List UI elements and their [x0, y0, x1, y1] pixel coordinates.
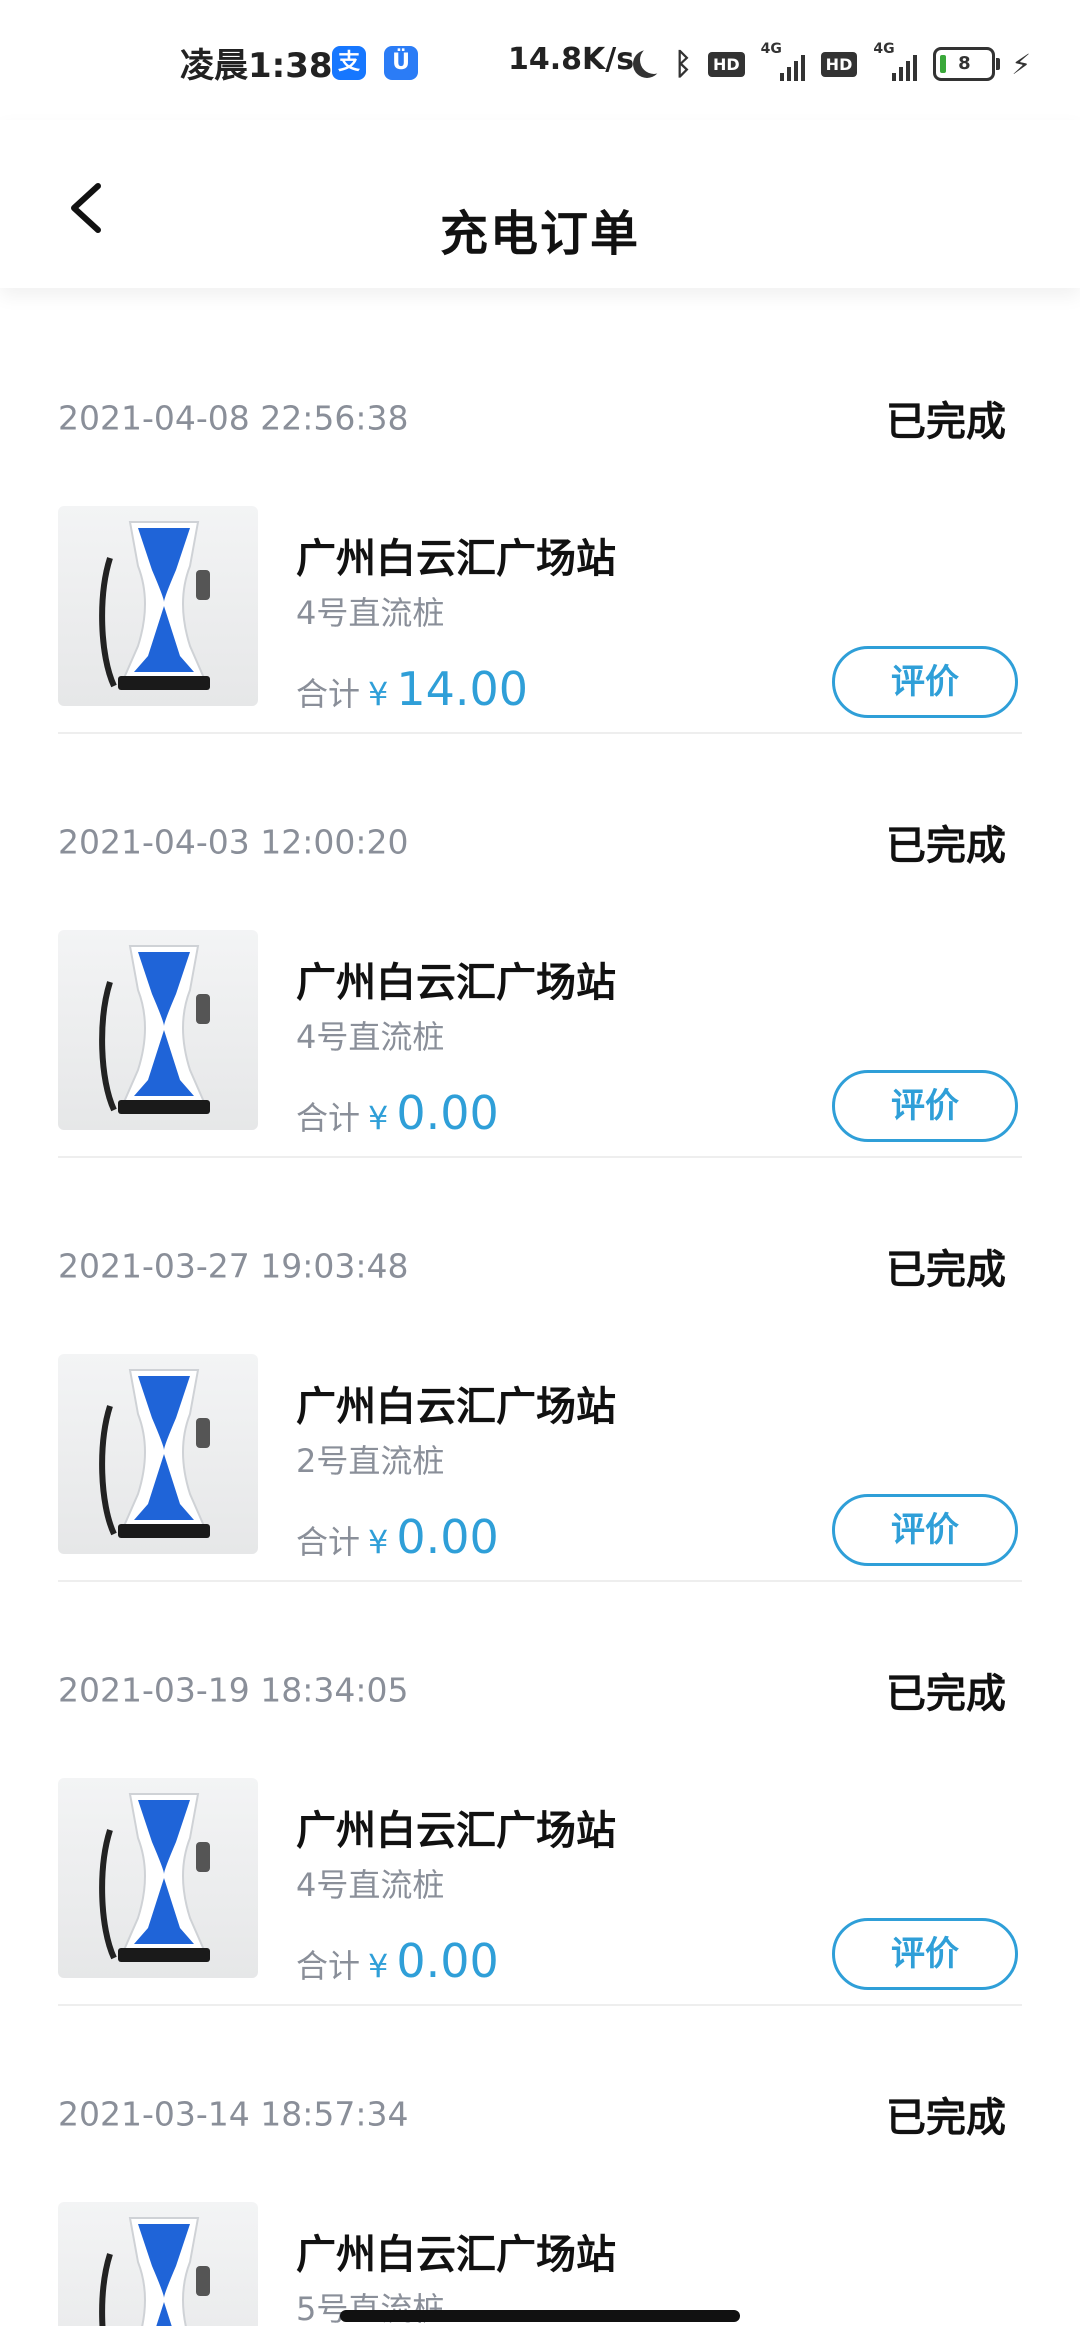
hd-icon: HD [820, 51, 858, 77]
pile-name: 4号直流桩 [296, 1018, 445, 1056]
review-button[interactable]: 评价 [832, 1070, 1018, 1142]
order-time: 2021-04-03 12:00:20 [58, 822, 409, 862]
battery-icon: 8 [933, 47, 1001, 81]
pile-name: 4号直流桩 [296, 1866, 445, 1904]
pile-name: 4号直流桩 [296, 594, 445, 632]
charger-icon [99, 2217, 210, 2326]
order-item[interactable]: 2021-03-27 19:03:48 已完成 广州白云汇广场站 2号直流桩 合… [58, 1158, 1022, 1582]
order-item[interactable]: 2021-04-08 22:56:38 已完成 广州白云汇广场站 4号直流桩 合… [58, 310, 1022, 734]
order-total: 合计 ¥ 14.00 [296, 662, 528, 716]
station-name: 广州白云汇广场站 [296, 960, 616, 1006]
total-label: 合计 [296, 1099, 361, 1137]
station-name: 广州白云汇广场站 [296, 1808, 616, 1854]
status-time: 凌晨1:38 [180, 46, 333, 86]
review-button[interactable]: 评价 [832, 646, 1018, 718]
alipay-icon: 支 [332, 46, 366, 80]
order-status: 已完成 [886, 1671, 1006, 1717]
charger-thumbnail [58, 1778, 258, 1978]
order-item[interactable]: 2021-03-14 18:57:34 已完成 广州白云汇广场站 5号直流桩 [58, 2006, 1022, 2326]
station-name: 广州白云汇广场站 [296, 536, 616, 582]
home-indicator[interactable] [340, 2310, 740, 2322]
order-status: 已完成 [886, 823, 1006, 869]
charger-thumbnail [58, 1354, 258, 1554]
charging-icon: ⚡ [1011, 47, 1032, 81]
signal-icon: 4G [873, 41, 918, 81]
charger-icon [99, 1793, 210, 1962]
signal-icon: 4G [761, 41, 805, 81]
order-time: 2021-04-08 22:56:38 [58, 398, 409, 438]
order-time: 2021-03-19 18:34:05 [58, 1670, 409, 1710]
currency-symbol: ¥ [368, 1523, 389, 1561]
order-item[interactable]: 2021-03-19 18:34:05 已完成 广州白云汇广场站 4号直流桩 合… [58, 1582, 1022, 2006]
order-time: 2021-03-27 19:03:48 [58, 1246, 409, 1286]
order-time: 2021-03-14 18:57:34 [58, 2094, 409, 2134]
charger-icon [99, 945, 210, 1114]
status-icons: ᛒ HD 4G HD 4G 8 ⚡ [630, 41, 1032, 84]
order-total: 合计 ¥ 0.00 [296, 1086, 499, 1140]
order-status: 已完成 [886, 1247, 1006, 1293]
currency-symbol: ¥ [368, 1947, 389, 1985]
review-button[interactable]: 评价 [832, 1918, 1018, 1990]
status-bar: 凌晨1:38 支 Ü 14.8K/s ᛒ HD 4G HD 4G 8 ⚡ [0, 0, 1080, 120]
total-amount: 0.00 [396, 1934, 499, 1988]
charger-thumbnail [58, 506, 258, 706]
nav-bar: 充电订单 [0, 120, 1080, 288]
order-status: 已完成 [886, 399, 1006, 445]
total-label: 合计 [296, 675, 361, 713]
total-amount: 0.00 [396, 1086, 499, 1140]
order-total: 合计 ¥ 0.00 [296, 1934, 499, 1988]
total-label: 合计 [296, 1523, 361, 1561]
hd-icon: HD [708, 51, 745, 77]
order-item[interactable]: 2021-04-03 12:00:20 已完成 广州白云汇广场站 4号直流桩 合… [58, 734, 1022, 1158]
network-speed: 14.8K/s [508, 42, 635, 77]
total-amount: 14.00 [396, 662, 529, 716]
total-label: 合计 [296, 1947, 361, 1985]
charger-icon [99, 521, 210, 690]
currency-symbol: ¥ [368, 675, 389, 713]
pile-name: 2号直流桩 [296, 1442, 445, 1480]
total-amount: 0.00 [396, 1510, 499, 1564]
station-name: 广州白云汇广场站 [296, 1384, 616, 1430]
app-notification-icon: Ü [384, 46, 418, 80]
order-total: 合计 ¥ 0.00 [296, 1510, 499, 1564]
order-status: 已完成 [886, 2095, 1006, 2141]
moon-icon [640, 46, 668, 74]
charger-thumbnail [58, 2202, 258, 2326]
bluetooth-icon: ᛒ [674, 46, 692, 82]
page-title: 充电订单 [439, 206, 640, 262]
station-name: 广州白云汇广场站 [296, 2232, 616, 2278]
currency-symbol: ¥ [368, 1099, 389, 1137]
review-button[interactable]: 评价 [832, 1494, 1018, 1566]
charger-thumbnail [58, 930, 258, 1130]
charger-icon [99, 1369, 210, 1538]
